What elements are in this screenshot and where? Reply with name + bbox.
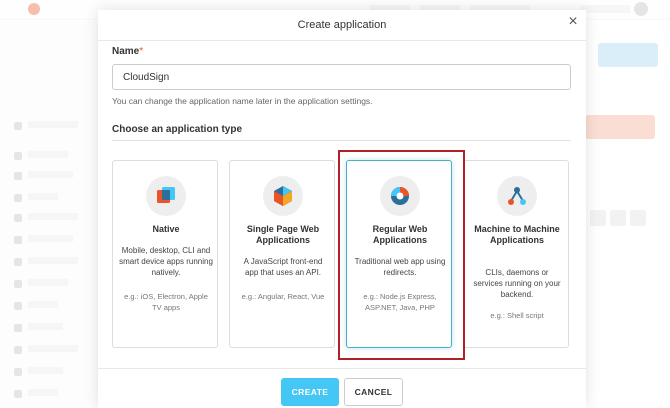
- card-description: A JavaScript front-end app that uses an …: [243, 257, 323, 277]
- card-examples: e.g.: iOS, Electron, Apple TV apps: [124, 292, 208, 312]
- native-app-icon: [146, 176, 186, 216]
- name-label-text: Name: [112, 46, 140, 57]
- dialog-title: Create application: [297, 19, 387, 31]
- close-icon[interactable]: ×: [566, 14, 580, 30]
- cancel-button[interactable]: CANCEL: [344, 378, 403, 406]
- card-title: Single Page Web Applications: [246, 224, 320, 245]
- divider: [98, 40, 586, 41]
- application-name-input[interactable]: [112, 64, 571, 90]
- divider: [112, 140, 571, 141]
- name-label: Name*: [112, 46, 143, 57]
- divider: [98, 368, 586, 369]
- name-help-text: You can change the application name late…: [112, 96, 373, 106]
- regular-web-app-icon: [380, 176, 420, 216]
- required-mark: *: [139, 46, 144, 57]
- card-examples: e.g.: Shell script: [490, 311, 544, 320]
- create-button[interactable]: CREATE: [281, 378, 339, 406]
- card-description: Traditional web app using redirects.: [354, 257, 446, 277]
- card-description: CLIs, daemons or services running on you…: [473, 268, 561, 299]
- machine-to-machine-icon: [497, 176, 537, 216]
- card-title: Native: [152, 224, 180, 234]
- card-title: Regular Web Applications: [372, 224, 428, 245]
- create-application-dialog: Create application × Name* You can chang…: [98, 10, 586, 408]
- card-examples: e.g.: Angular, React, Vue: [241, 292, 325, 301]
- spa-icon: [263, 176, 303, 216]
- app-type-card-spa[interactable]: Single Page Web Applications A JavaScrip…: [229, 160, 335, 348]
- card-title: Machine to Machine Applications: [474, 224, 560, 245]
- app-type-card-native[interactable]: Native Mobile, desktop, CLI and smart de…: [112, 160, 218, 348]
- app-type-card-machine-to-machine[interactable]: Machine to Machine Applications CLIs, da…: [463, 160, 569, 348]
- application-type-heading: Choose an application type: [112, 124, 243, 135]
- app-type-card-regular-web[interactable]: Regular Web Applications Traditional web…: [346, 160, 452, 348]
- card-examples: e.g.: Node.js Express, ASP.NET, Java, PH…: [363, 292, 437, 312]
- card-description: Mobile, desktop, CLI and smart device ap…: [119, 246, 213, 277]
